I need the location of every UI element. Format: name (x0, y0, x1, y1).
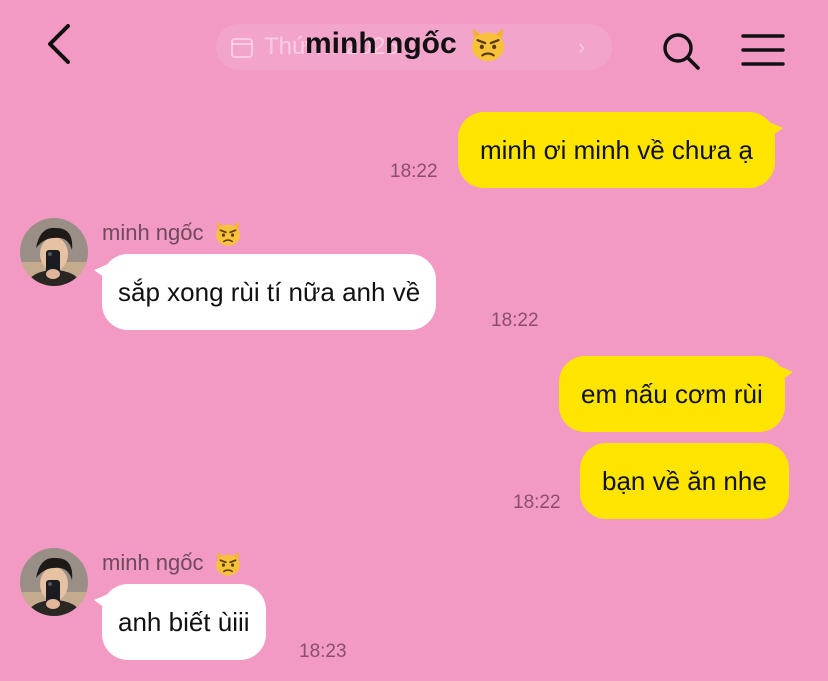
message-text: em nấu cơm rùi (581, 379, 763, 409)
sender-name: minh ngốc (102, 548, 242, 578)
avatar[interactable] (20, 218, 88, 286)
sender-name-text: minh ngốc (102, 550, 204, 575)
hamburger-menu-icon (741, 34, 785, 66)
message-time: 18:22 (491, 310, 539, 331)
message-time: 18:22 (390, 161, 438, 182)
chat-title: minh ngốc (305, 18, 507, 70)
bubble-tail (94, 264, 108, 280)
menu-button[interactable] (740, 30, 786, 70)
my-message-bubble[interactable]: bạn về ăn nhe (580, 443, 789, 519)
search-icon (663, 33, 700, 70)
my-message-bubble[interactable]: em nấu cơm rùi (559, 356, 793, 432)
calendar-icon (231, 38, 253, 58)
search-button[interactable] (660, 30, 702, 72)
pouting-cat-emoji-icon (215, 221, 240, 246)
pouting-cat-emoji-icon (215, 551, 240, 576)
message-time: 18:23 (299, 641, 347, 662)
message-text: bạn về ăn nhe (602, 466, 767, 496)
back-button[interactable] (38, 20, 82, 68)
their-message-bubble[interactable]: anh biết ùiii (94, 584, 266, 660)
chevron-right-icon: › (578, 34, 586, 59)
their-message-bubble[interactable]: sắp xong rùi tí nữa anh về (94, 254, 437, 330)
sender-name: minh ngốc (102, 218, 242, 248)
avatar-photo (20, 548, 88, 616)
sender-name-text: minh ngốc (102, 220, 204, 245)
pouting-cat-emoji-icon (471, 28, 504, 62)
message-text: anh biết ùiii (118, 607, 250, 637)
chat-title-text: minh ngốc (305, 27, 457, 60)
chevron-left-icon (48, 24, 70, 64)
message-time: 18:22 (513, 492, 561, 513)
bubble-tail (778, 366, 793, 382)
bubble-tail (768, 122, 783, 138)
message-text: sắp xong rùi tí nữa anh về (118, 277, 421, 307)
avatar-photo (20, 218, 88, 286)
chat-screen: Thứ … 2025 › minh ngốc minh ơi minh về c… (0, 0, 828, 681)
message-text: minh ơi minh về chưa ạ (480, 135, 753, 165)
my-message-bubble[interactable]: minh ơi minh về chưa ạ (458, 112, 783, 188)
bubble-tail (94, 594, 108, 610)
chat-header: Thứ … 2025 › minh ngốc (0, 0, 828, 90)
avatar[interactable] (20, 548, 88, 616)
